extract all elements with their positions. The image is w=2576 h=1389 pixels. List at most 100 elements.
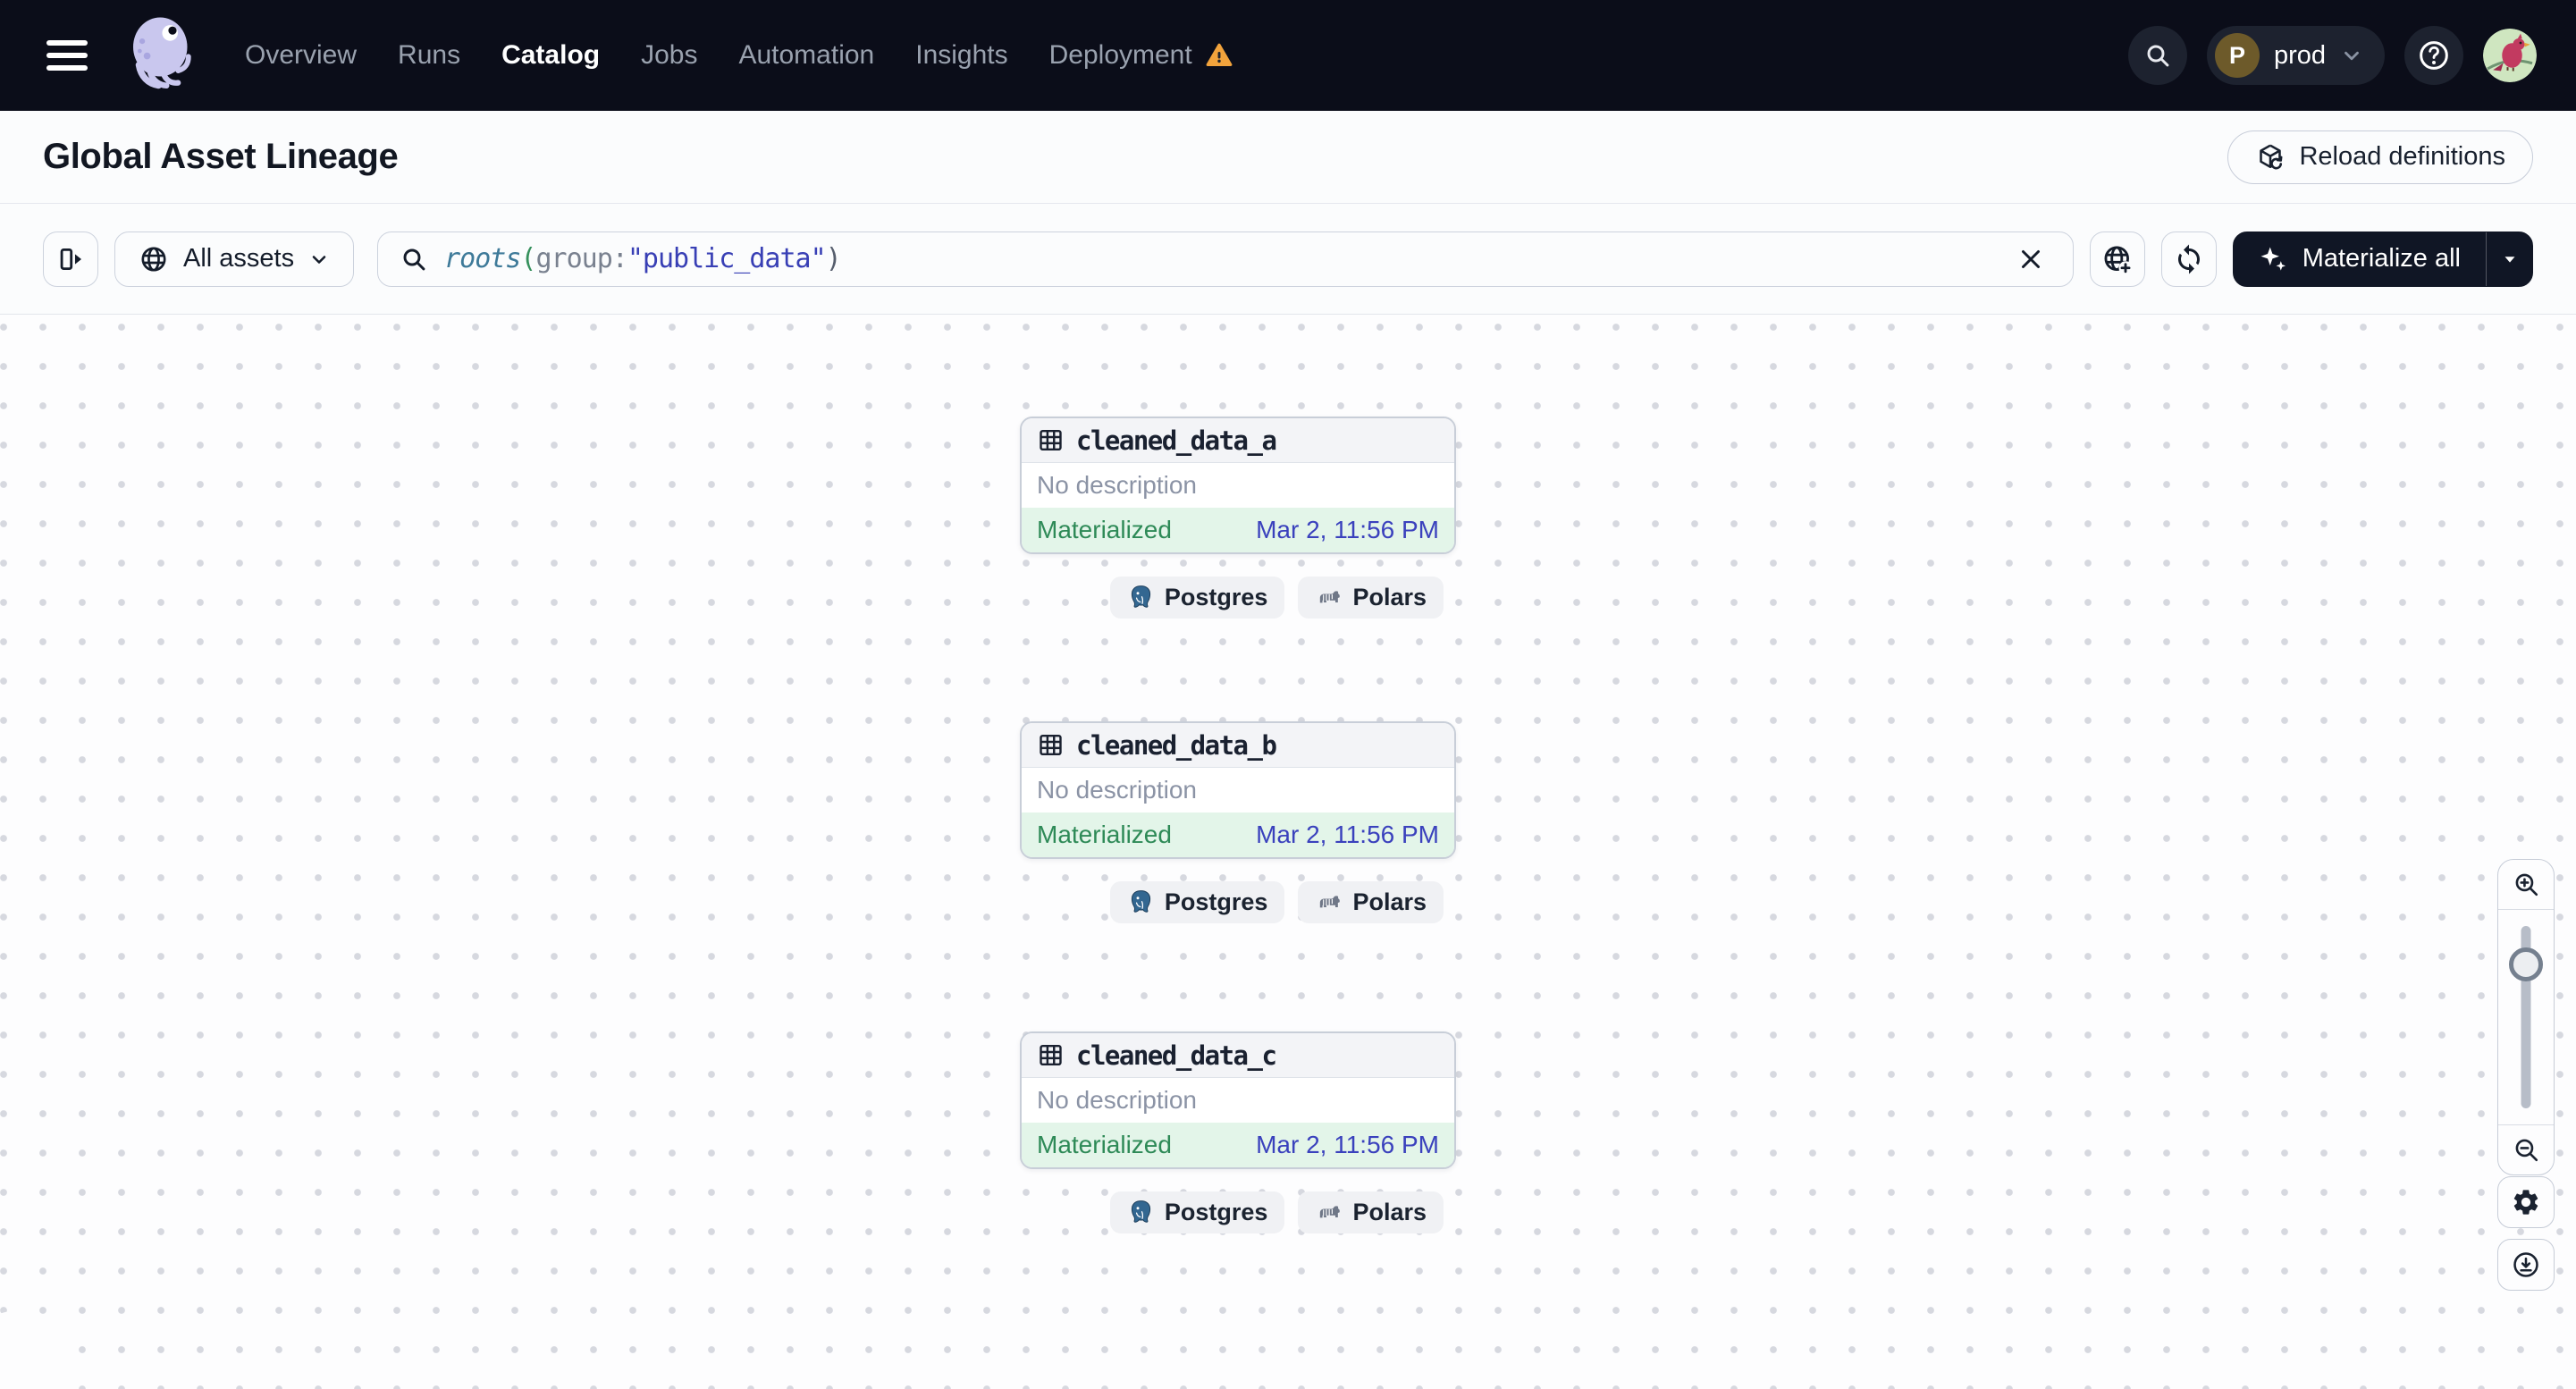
asset-node-cleaned-data-b[interactable]: cleaned_data_b No description Materializ… [1020, 721, 1456, 859]
query-value-token: "public_data" [627, 243, 827, 274]
refresh-button[interactable] [2160, 231, 2217, 287]
asset-selection-input[interactable]: roots(group:"public_data") [377, 231, 2074, 287]
asset-node-header: cleaned_data_c [1022, 1033, 1454, 1078]
asset-description: No description [1037, 776, 1197, 804]
tag-polars[interactable]: Polars [1298, 1191, 1444, 1233]
lineage-canvas[interactable]: cleaned_data_a No description Materializ… [0, 315, 2576, 1389]
query-close-paren: ) [825, 243, 842, 274]
tag-polars[interactable]: Polars [1298, 577, 1444, 619]
tag-postgres[interactable]: Postgres [1109, 881, 1285, 923]
reload-definitions-button[interactable]: Reload definitions [2227, 130, 2533, 184]
polars-icon [1320, 896, 1341, 908]
polars-icon [1320, 1206, 1341, 1218]
asset-node-header: cleaned_data_a [1022, 418, 1454, 463]
asset-description: No description [1037, 1086, 1197, 1114]
table-icon [1040, 429, 1062, 451]
zoom-out-button[interactable] [2498, 1124, 2554, 1174]
clear-query-button[interactable] [2010, 239, 2051, 280]
zoom-slider[interactable] [2498, 910, 2554, 1124]
nav-item-runs[interactable]: Runs [398, 40, 460, 71]
status-badge: Materialized [1037, 821, 1172, 848]
lineage-toolbar: All assets roots(group:"public_data") Ma… [0, 204, 2576, 315]
asset-scope-dropdown[interactable]: All assets [114, 231, 355, 287]
tag-postgres[interactable]: Postgres [1109, 1191, 1285, 1233]
nav-links: Overview Runs Catalog Jobs Automation In… [245, 40, 1233, 71]
materialization-timestamp[interactable]: Mar 2, 11:56 PM [1256, 821, 1439, 849]
zoom-in-icon [2515, 873, 2538, 897]
user-avatar[interactable] [2483, 29, 2537, 82]
dagster-logo[interactable] [123, 13, 202, 98]
sparkle-icon [2260, 247, 2286, 271]
tag-label: Postgres [1164, 888, 1268, 915]
tag-label: Polars [1352, 1199, 1427, 1225]
page-header: Global Asset Lineage Reload definitions [0, 111, 2576, 204]
chevron-down-icon [2344, 51, 2359, 61]
globe-icon [141, 246, 166, 272]
asset-tag-row: Postgres Polars [1020, 1191, 1456, 1233]
query-key-token: group [535, 243, 612, 274]
materialize-all-split-button: Materialize all [2232, 231, 2533, 287]
query-function-token: roots [444, 243, 521, 274]
polars-icon [1320, 591, 1341, 603]
nav-item-automation[interactable]: Automation [738, 40, 874, 71]
query-colon-token: : [611, 243, 628, 274]
global-search-button[interactable] [2127, 26, 2187, 85]
globe-add-icon [2104, 246, 2133, 274]
help-button[interactable] [2404, 26, 2463, 85]
asset-node-group: cleaned_data_c No description Materializ… [1020, 1031, 1456, 1233]
zoom-in-button[interactable] [2498, 860, 2554, 910]
view-asset-group-button[interactable] [2089, 231, 2145, 287]
materialize-options-button[interactable] [2486, 232, 2532, 286]
tag-label: Polars [1352, 888, 1427, 915]
asset-selection-query: roots(group:"public_data") [444, 243, 1994, 274]
asset-tag-row: Postgres Polars [1020, 881, 1456, 923]
tag-label: Polars [1352, 584, 1427, 610]
refresh-icon [2177, 244, 2200, 274]
environment-switcher[interactable]: P prod [2206, 26, 2385, 85]
nav-item-overview[interactable]: Overview [245, 40, 357, 71]
chevron-down-icon [312, 255, 326, 264]
hamburger-menu-button[interactable] [46, 40, 88, 71]
minimap-corner [0, 1310, 79, 1389]
download-icon [2513, 1252, 2538, 1277]
tag-polars[interactable]: Polars [1298, 881, 1444, 923]
materialization-timestamp[interactable]: Mar 2, 11:56 PM [1256, 516, 1439, 544]
asset-status-row: Materialized Mar 2, 11:56 PM [1022, 812, 1454, 857]
tag-postgres[interactable]: Postgres [1109, 577, 1285, 619]
zoom-control-group [2497, 859, 2555, 1175]
nav-item-catalog[interactable]: Catalog [501, 40, 600, 71]
open-sidebar-panel-button[interactable] [43, 231, 98, 287]
nav-item-insights[interactable]: Insights [915, 40, 1007, 71]
materialization-timestamp[interactable]: Mar 2, 11:56 PM [1256, 1131, 1439, 1159]
asset-name: cleaned_data_a [1076, 425, 1277, 456]
asset-name: cleaned_data_c [1076, 1040, 1277, 1071]
clear-icon [2021, 249, 2040, 268]
reload-cube-icon [2260, 144, 2283, 169]
asset-node-cleaned-data-a[interactable]: cleaned_data_a No description Materializ… [1020, 417, 1456, 554]
table-icon [1040, 1044, 1062, 1066]
lineage-settings-button[interactable] [2497, 1176, 2555, 1228]
table-icon [1040, 734, 1062, 756]
postgres-icon [1131, 1200, 1150, 1223]
zoom-slider-handle[interactable] [2509, 947, 2543, 981]
nav-right-cluster: P prod [2127, 26, 2537, 85]
avatar-bird-image [2483, 29, 2537, 82]
caret-down-icon [2504, 256, 2514, 263]
nav-item-jobs[interactable]: Jobs [641, 40, 697, 71]
asset-status-row: Materialized Mar 2, 11:56 PM [1022, 1123, 1454, 1167]
asset-scope-label: All assets [183, 244, 295, 273]
page-title: Global Asset Lineage [43, 137, 399, 176]
warning-icon [1206, 43, 1233, 66]
asset-node-group: cleaned_data_a No description Materializ… [1020, 417, 1456, 619]
asset-name: cleaned_data_b [1076, 729, 1277, 761]
materialize-all-button[interactable]: Materialize all [2234, 232, 2486, 286]
nav-item-deployment[interactable]: Deployment [1049, 40, 1233, 71]
search-icon [403, 248, 425, 270]
asset-node-cleaned-data-c[interactable]: cleaned_data_c No description Materializ… [1020, 1031, 1456, 1169]
reload-definitions-label: Reload definitions [2299, 142, 2505, 171]
status-badge: Materialized [1037, 516, 1172, 543]
asset-status-row: Materialized Mar 2, 11:56 PM [1022, 508, 1454, 552]
download-graph-button[interactable] [2497, 1239, 2555, 1291]
tag-label: Postgres [1164, 584, 1268, 610]
materialize-all-label: Materialize all [2302, 244, 2461, 273]
